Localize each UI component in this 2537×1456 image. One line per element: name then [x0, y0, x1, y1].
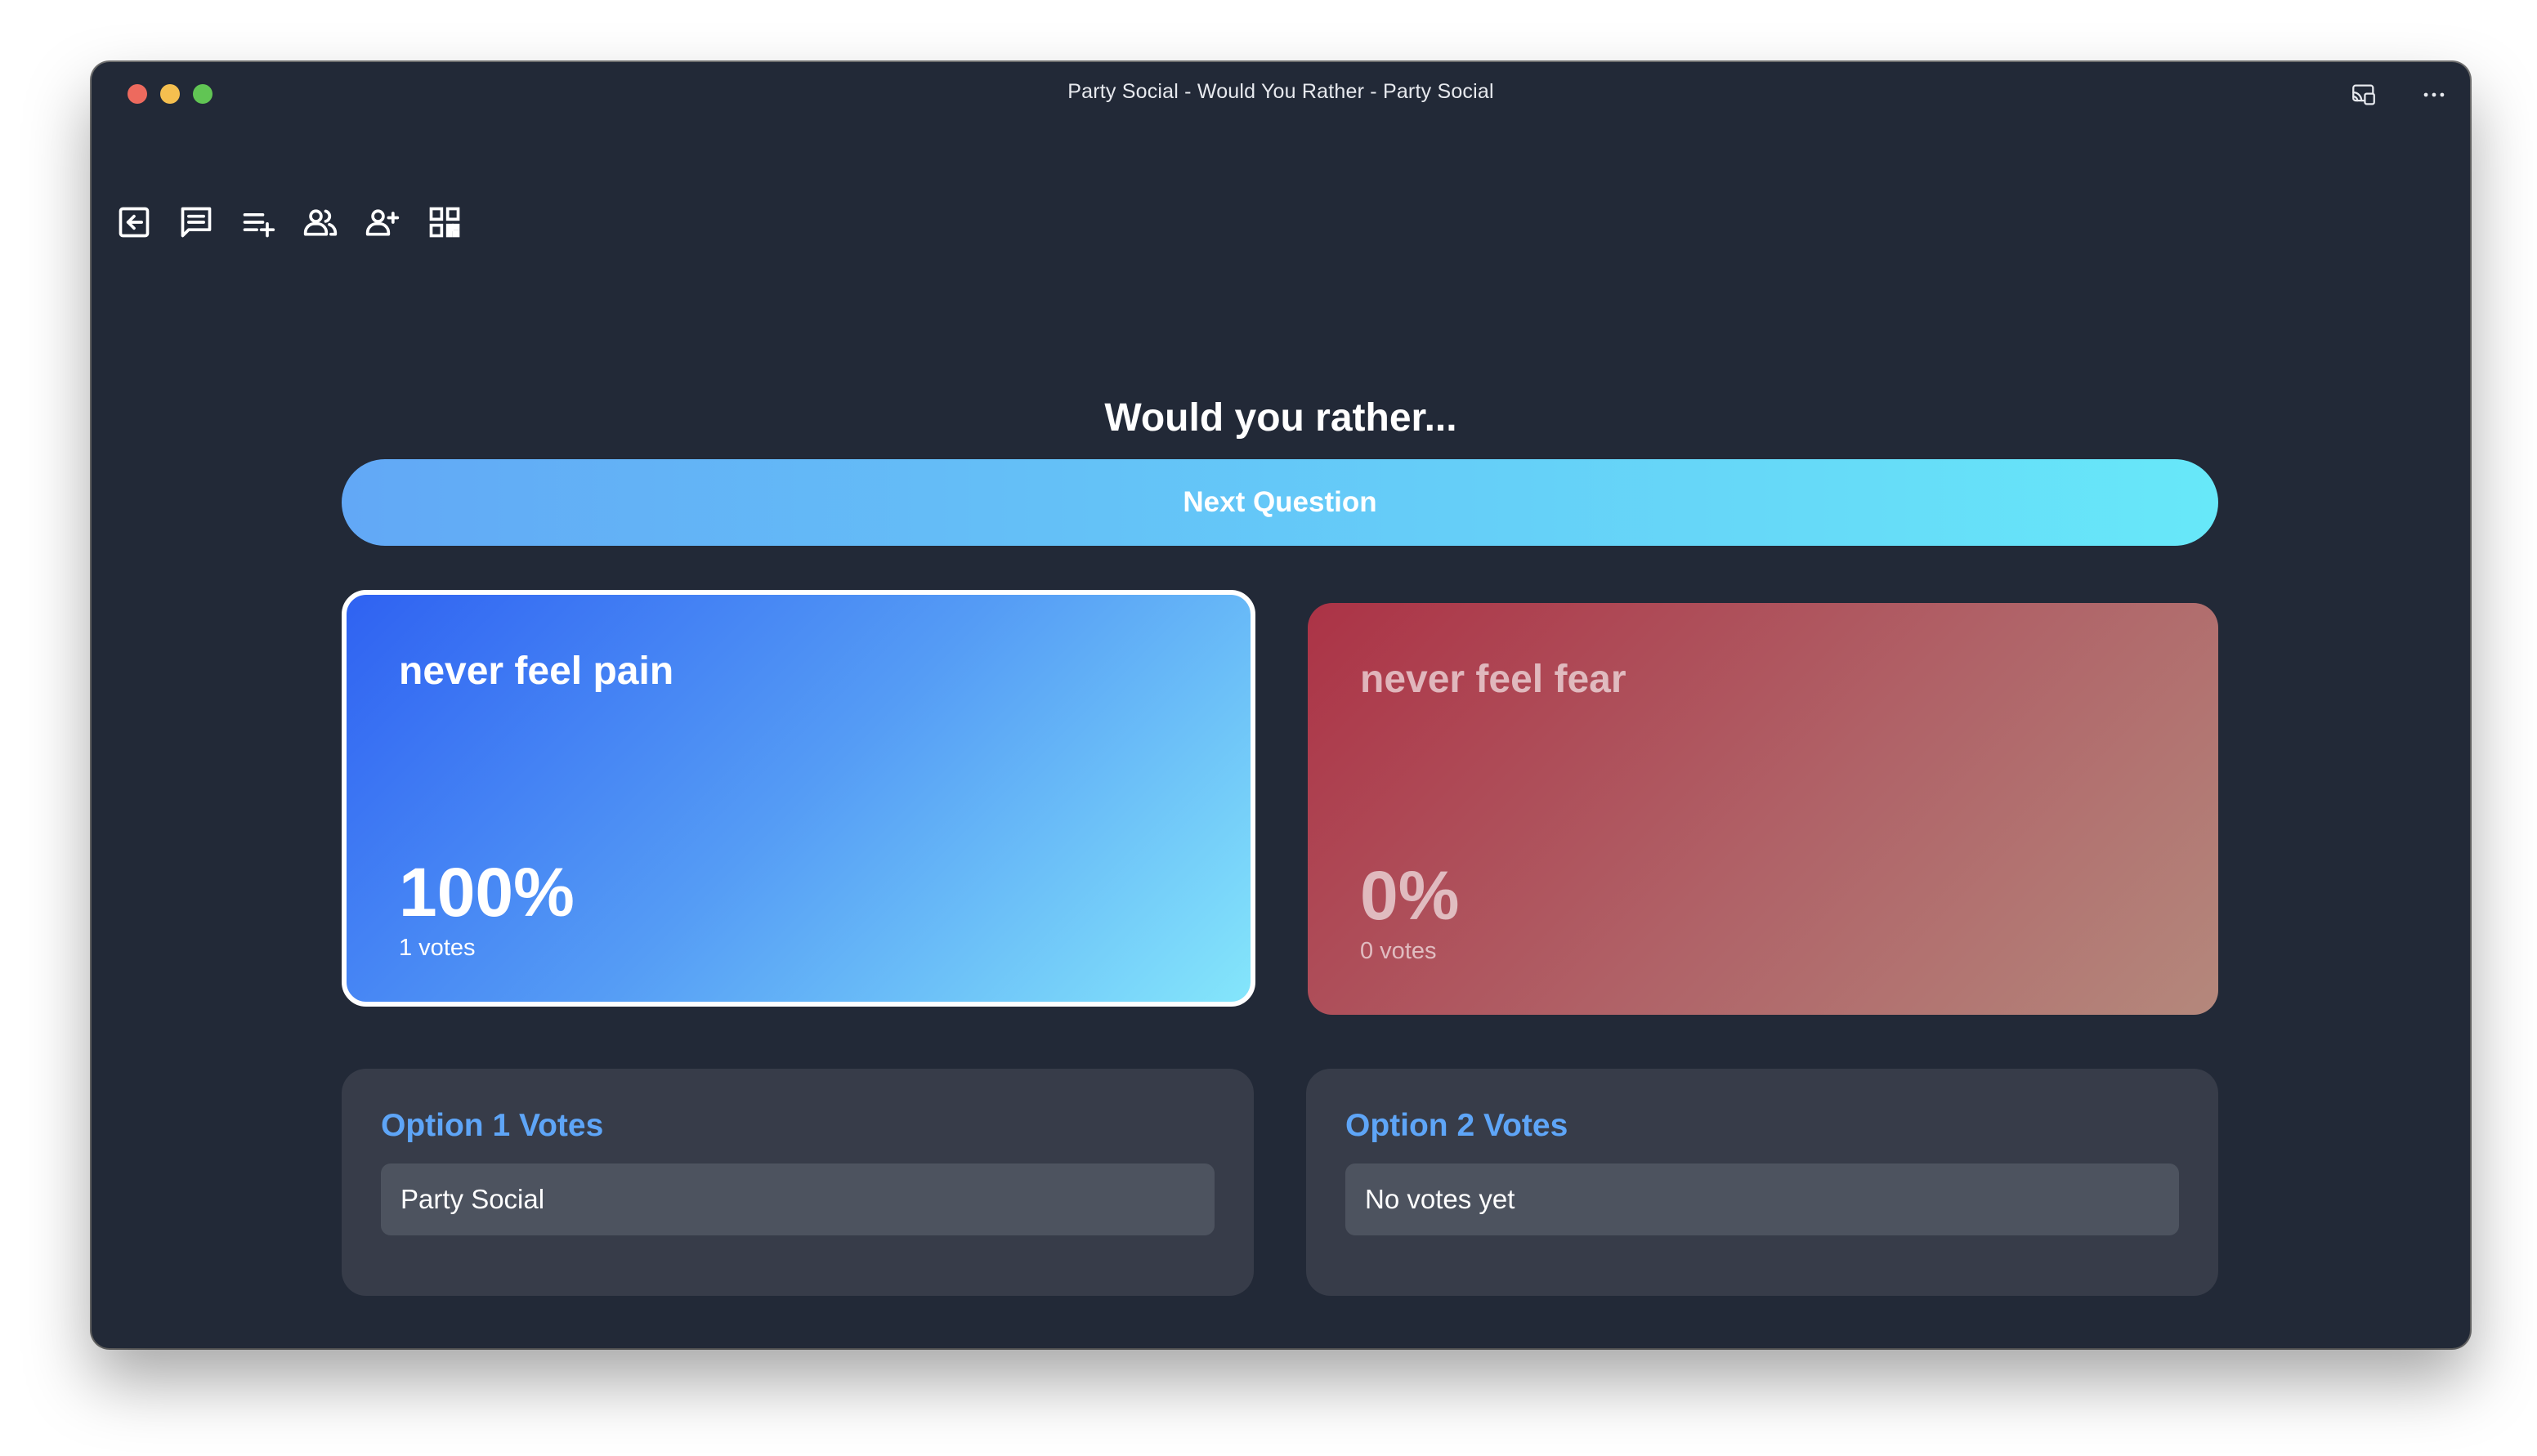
option-1-text: never feel pain — [399, 650, 674, 693]
cast-icon — [2352, 84, 2375, 105]
option-1-votes-title: Option 1 Votes — [381, 1108, 604, 1143]
window-title: Party Social - Would You Rather - Party … — [1067, 80, 1494, 103]
chat-icon — [181, 207, 212, 238]
qr-code-icon — [429, 207, 460, 238]
option-2-card[interactable]: never feel fear 0% 0 votes — [1308, 603, 2218, 1015]
players-button[interactable] — [299, 201, 342, 243]
option-1-card[interactable]: never feel pain 100% 1 votes — [342, 590, 1255, 1007]
option-1-vote-count: 1 votes — [399, 935, 476, 961]
exit-icon — [119, 207, 150, 238]
add-player-button[interactable] — [361, 201, 404, 243]
question-heading: Would you rather... — [1104, 396, 1457, 440]
chat-button[interactable] — [175, 201, 217, 243]
option-2-votes-panel: Option 2 Votes No votes yet — [1306, 1069, 2218, 1296]
option-2-percent: 0% — [1360, 857, 1460, 934]
voter-list-item: Party Social — [381, 1163, 1215, 1235]
players-icon — [303, 209, 338, 236]
title-bar: Party Social - Would You Rather - Party … — [92, 62, 2470, 131]
cast-button[interactable] — [2346, 77, 2382, 113]
option-1-votes-panel: Option 1 Votes Party Social — [342, 1069, 1254, 1296]
toolbar — [113, 201, 466, 243]
option-1-percent: 100% — [399, 854, 575, 931]
voter-list-item: No votes yet — [1345, 1163, 2179, 1235]
app-window: Party Social - Would You Rather - Party … — [92, 62, 2470, 1348]
add-player-icon — [365, 209, 400, 236]
add-question-button[interactable] — [237, 201, 280, 243]
more-icon — [2423, 92, 2445, 97]
option-2-vote-count: 0 votes — [1360, 938, 1437, 964]
option-2-text: never feel fear — [1360, 658, 1626, 701]
more-options-button[interactable] — [2416, 77, 2452, 113]
qr-code-button[interactable] — [423, 201, 466, 243]
option-2-votes-title: Option 2 Votes — [1345, 1108, 1568, 1143]
exit-button[interactable] — [113, 201, 155, 243]
next-question-button[interactable]: Next Question — [342, 459, 2218, 546]
add-question-icon — [243, 213, 275, 238]
